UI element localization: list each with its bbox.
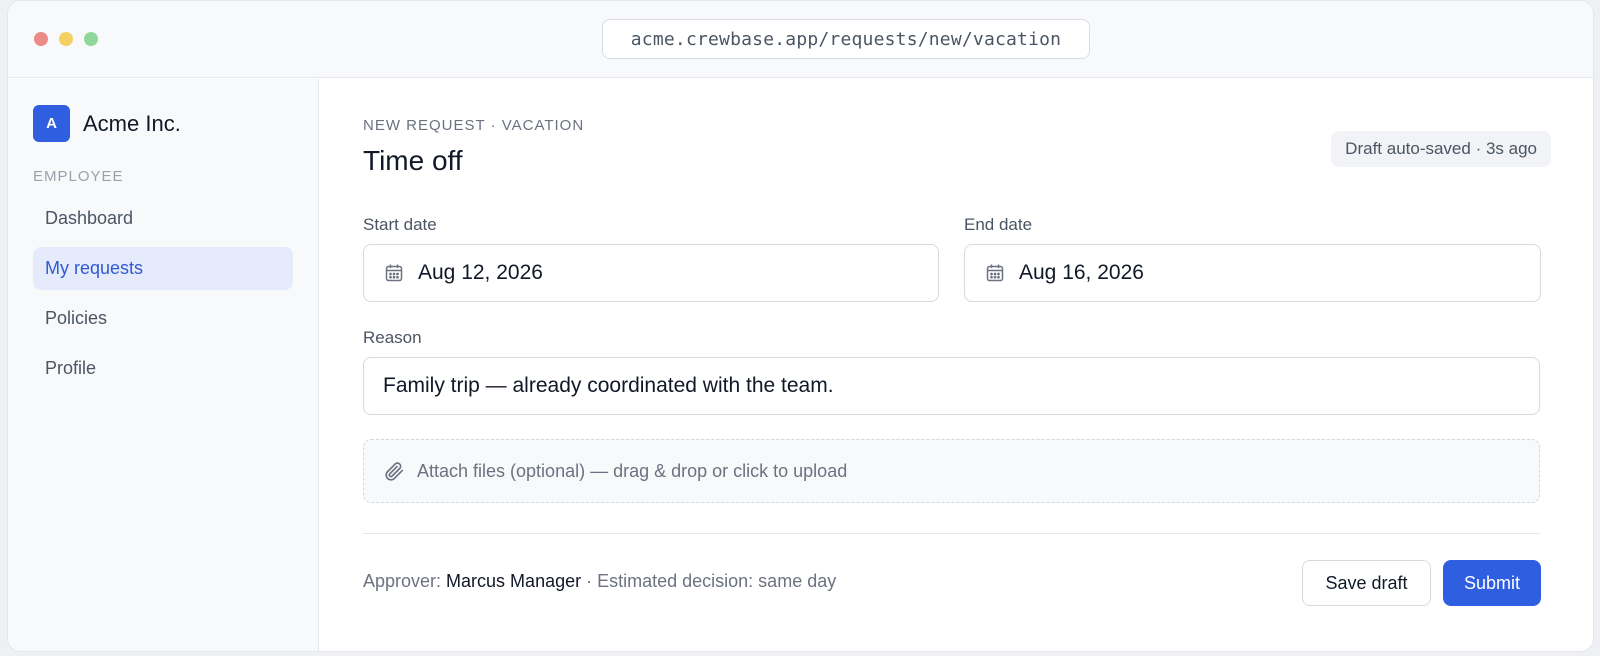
page-title: Time off bbox=[363, 145, 463, 176]
attachment-dropzone-text: Attach files (optional) — drag & drop or… bbox=[417, 460, 848, 481]
end-date-value: Aug 16, 2026 bbox=[1019, 261, 1144, 284]
reason-value: Family trip — already coordinated with t… bbox=[383, 374, 834, 397]
address-bar[interactable]: acme.crewbase.app/requests/new/vacation bbox=[602, 19, 1090, 59]
reason-field[interactable]: Family trip — already coordinated with t… bbox=[363, 357, 1540, 415]
sidebar-item-policies[interactable]: Policies bbox=[33, 297, 293, 340]
browser-window: acme.crewbase.app/requests/new/vacation … bbox=[7, 0, 1594, 652]
sidebar-nav: Dashboard My requests Policies Profile bbox=[33, 197, 293, 397]
end-date-label: End date bbox=[964, 215, 1033, 234]
brand[interactable]: A Acme Inc. bbox=[33, 105, 181, 142]
sidebar: A Acme Inc. EMPLOYEE Dashboard My reques… bbox=[8, 79, 319, 651]
calendar-icon bbox=[385, 264, 403, 282]
close-window-button[interactable] bbox=[34, 32, 48, 46]
estimated-decision: · Estimated decision: same day bbox=[581, 571, 837, 591]
nav-section-label: EMPLOYEE bbox=[33, 168, 124, 185]
page-eyebrow: NEW REQUEST · VACATION bbox=[363, 117, 585, 134]
approval-info: Approver: Marcus Manager · Estimated dec… bbox=[363, 571, 836, 592]
submit-button[interactable]: Submit bbox=[1443, 560, 1541, 606]
main-content: NEW REQUEST · VACATION Time off Draft au… bbox=[320, 79, 1593, 651]
paperclip-icon bbox=[385, 462, 404, 481]
start-date-label: Start date bbox=[363, 215, 437, 234]
divider bbox=[363, 533, 1540, 534]
end-date-field[interactable]: Aug 16, 2026 bbox=[964, 244, 1541, 302]
maximize-window-button[interactable] bbox=[84, 32, 98, 46]
attachment-dropzone[interactable]: Attach files (optional) — drag & drop or… bbox=[363, 439, 1540, 503]
draft-status-badge: Draft auto-saved · 3s ago bbox=[1331, 131, 1551, 167]
calendar-icon bbox=[986, 264, 1004, 282]
minimize-window-button[interactable] bbox=[59, 32, 73, 46]
approver-name: Marcus Manager bbox=[446, 571, 582, 591]
title-bar: acme.crewbase.app/requests/new/vacation bbox=[8, 1, 1593, 78]
sidebar-item-profile[interactable]: Profile bbox=[33, 347, 293, 390]
brand-name: Acme Inc. bbox=[83, 110, 181, 136]
sidebar-item-dashboard[interactable]: Dashboard bbox=[33, 197, 293, 240]
reason-label: Reason bbox=[363, 328, 422, 347]
start-date-value: Aug 12, 2026 bbox=[418, 261, 543, 284]
start-date-field[interactable]: Aug 12, 2026 bbox=[363, 244, 939, 302]
approver-prefix: Approver: bbox=[363, 571, 447, 591]
sidebar-item-my-requests[interactable]: My requests bbox=[33, 247, 293, 290]
save-draft-button[interactable]: Save draft bbox=[1302, 560, 1431, 606]
brand-logo: A bbox=[33, 105, 70, 142]
